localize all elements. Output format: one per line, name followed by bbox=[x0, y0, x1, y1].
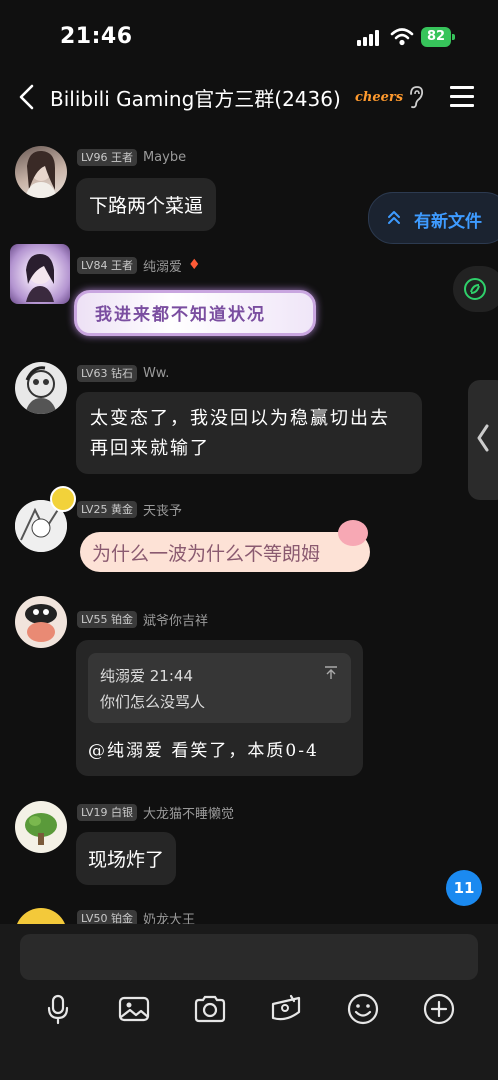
quote-block[interactable]: 纯溺爱 21:44 你们怎么没骂人 bbox=[88, 653, 351, 723]
image-icon[interactable] bbox=[117, 992, 151, 1026]
level-badge: LV55 铂金 bbox=[77, 610, 137, 628]
new-files-button[interactable]: 有新文件 bbox=[368, 192, 498, 244]
microphone-icon[interactable] bbox=[41, 992, 75, 1026]
avatar[interactable] bbox=[15, 801, 67, 853]
message-text: 我进来都不知道状况 bbox=[95, 305, 266, 325]
battery-icon: 82 bbox=[421, 27, 457, 47]
message-input[interactable] bbox=[20, 934, 478, 980]
unread-count-badge[interactable]: 11 bbox=[446, 870, 482, 906]
app-logo-icon bbox=[464, 278, 486, 300]
jump-to-message-icon[interactable] bbox=[323, 665, 339, 681]
sender-name[interactable]: 斌爷你吉祥 bbox=[143, 610, 208, 629]
sender-meta: LV50 铂金 奶龙大王 bbox=[77, 909, 195, 924]
sender-meta: LV84 王者 纯溺爱 ♦ bbox=[77, 256, 201, 275]
flame-icon: ♦ bbox=[187, 257, 201, 273]
sender-name[interactable]: Maybe bbox=[143, 150, 186, 165]
level-badge: LV63 钻石 bbox=[77, 364, 137, 382]
cheers-badge: cheers bbox=[355, 90, 404, 105]
wifi-icon bbox=[390, 28, 414, 46]
lightbulb-icon bbox=[50, 486, 76, 512]
quote-text: 你们怎么没骂人 bbox=[100, 693, 206, 711]
sticker-bubble[interactable]: 我进来都不知道状况 bbox=[74, 290, 316, 336]
message-text-line: 再回来就输了 bbox=[90, 438, 210, 459]
sender-name[interactable]: 天丧予 bbox=[143, 500, 182, 519]
avatar[interactable] bbox=[10, 244, 70, 304]
signal-icon bbox=[357, 30, 383, 46]
chat-header: Bilibili Gaming官方三群(2436) cheers bbox=[0, 70, 498, 125]
message-bubble[interactable]: 下路两个菜逼 bbox=[76, 178, 217, 231]
sender-meta: LV25 黄金 天丧予 bbox=[77, 500, 182, 519]
level-badge: LV96 王者 bbox=[77, 148, 137, 166]
level-badge: LV19 白银 bbox=[77, 803, 137, 821]
level-badge: LV25 黄金 bbox=[77, 500, 137, 518]
level-badge: LV50 铂金 bbox=[77, 909, 137, 924]
chevron-left-icon bbox=[477, 424, 489, 452]
sender-name[interactable]: 奶龙大王 bbox=[143, 909, 195, 925]
menu-button[interactable] bbox=[450, 85, 474, 107]
sender-name[interactable]: Ww. bbox=[143, 366, 169, 381]
emoji-icon[interactable] bbox=[346, 992, 380, 1026]
sender-meta: LV55 铂金 斌爷你吉祥 bbox=[77, 610, 208, 629]
avatar[interactable] bbox=[15, 596, 67, 648]
ear-mode-icon[interactable] bbox=[407, 85, 425, 109]
level-badge: LV84 王者 bbox=[77, 256, 137, 274]
message-item: LV50 铂金 奶龙大王 bbox=[0, 908, 498, 924]
double-chevron-up-icon bbox=[388, 211, 400, 224]
message-bubble[interactable]: 现场炸了 bbox=[76, 832, 177, 885]
avatar[interactable] bbox=[15, 362, 67, 414]
sender-meta: LV96 王者 Maybe bbox=[77, 148, 186, 166]
battery-level: 82 bbox=[421, 27, 451, 47]
message-text-line: 太变态了，我没回以为稳赢切出去 bbox=[90, 408, 390, 429]
pig-icon bbox=[338, 520, 368, 546]
sender-meta: LV63 钻石 Ww. bbox=[77, 364, 169, 382]
message-text: @纯溺爱 看笑了，本质0-4 bbox=[88, 741, 319, 761]
side-drawer-handle[interactable] bbox=[468, 380, 498, 500]
camera-icon[interactable] bbox=[193, 992, 227, 1026]
sticker-bubble[interactable]: 为什么一波为什么不等朗姆 bbox=[80, 520, 370, 572]
quote-author: 纯溺爱 21:44 bbox=[100, 667, 193, 685]
message-text: 为什么一波为什么不等朗姆 bbox=[92, 543, 321, 565]
sender-name[interactable]: 大龙猫不睡懒觉 bbox=[143, 803, 234, 822]
message-bubble[interactable]: 太变态了，我没回以为稳赢切出去 再回来就输了 bbox=[76, 392, 422, 474]
back-button[interactable] bbox=[14, 82, 42, 112]
avatar[interactable] bbox=[15, 908, 67, 924]
composer bbox=[0, 924, 498, 1080]
status-bar: 21:46 82 bbox=[0, 0, 498, 70]
avatar[interactable] bbox=[15, 146, 67, 198]
red-packet-icon[interactable] bbox=[269, 992, 303, 1026]
side-app-button[interactable] bbox=[453, 266, 498, 312]
sender-meta: LV19 白银 大龙猫不睡懒觉 bbox=[77, 803, 234, 822]
message-bubble[interactable]: 纯溺爱 21:44 你们怎么没骂人 @纯溺爱 看笑了，本质0-4 bbox=[76, 640, 363, 776]
status-time: 21:46 bbox=[60, 24, 133, 49]
plus-icon[interactable] bbox=[422, 992, 456, 1026]
sender-name[interactable]: 纯溺爱 bbox=[143, 256, 182, 275]
new-files-label: 有新文件 bbox=[414, 212, 482, 232]
chat-title[interactable]: Bilibili Gaming官方三群(2436) bbox=[50, 83, 341, 112]
